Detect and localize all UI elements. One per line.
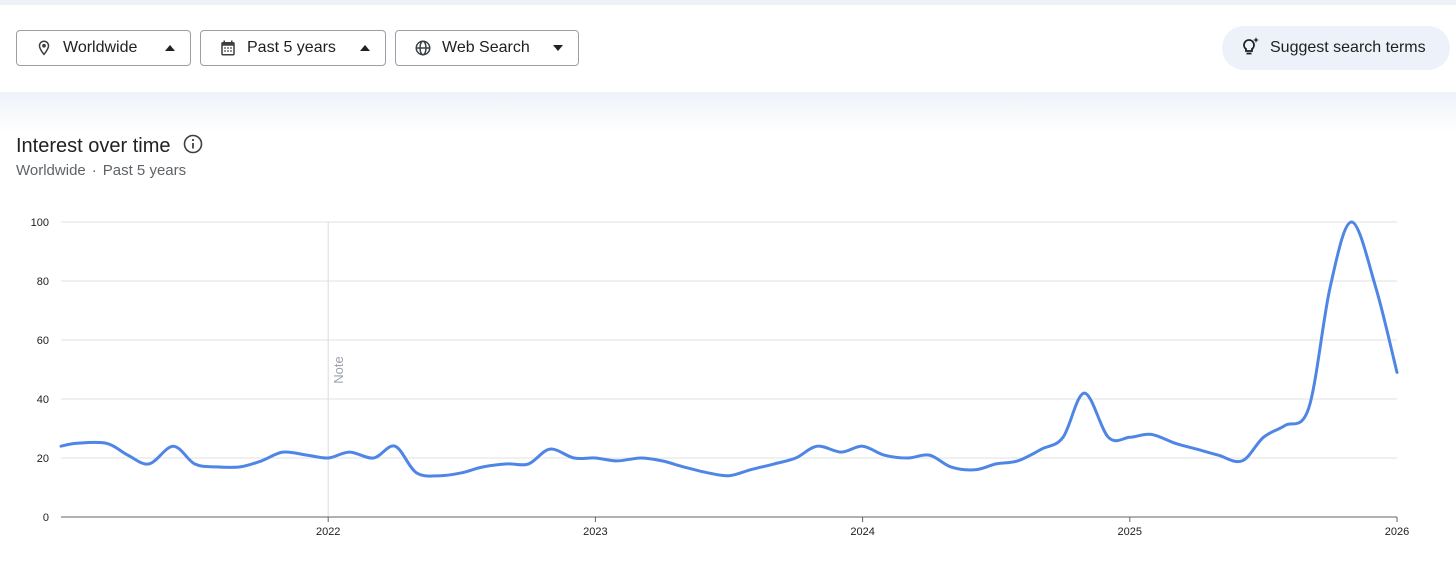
caret-up-icon [164, 44, 176, 52]
x-tick-label: 2024 [850, 526, 874, 538]
time-filter-dropdown[interactable]: Past 5 years [200, 30, 386, 66]
y-tick-label: 20 [37, 453, 49, 465]
y-tick-label: 80 [37, 276, 49, 288]
x-tick-label: 2025 [1118, 526, 1142, 538]
suggest-search-terms-label: Suggest search terms [1270, 39, 1426, 56]
section-subtitle: Worldwide · Past 5 years [16, 162, 186, 179]
chart-series [59, 220, 1399, 478]
calendar-icon [219, 39, 237, 57]
region-filter-label: Worldwide [63, 39, 138, 56]
interest-over-time-chart[interactable]: Note 0 20 40 60 80 100 2022 2023 2024 2025 2026 [0, 200, 1456, 560]
chart-annotations: Note [327, 222, 346, 517]
section-separator-band [0, 92, 1456, 132]
y-tick-label: 100 [31, 217, 49, 229]
section-header: Interest over time [16, 134, 203, 159]
caret-up-icon [359, 44, 371, 52]
globe-icon [414, 39, 432, 57]
subtitle-separator: · [91, 162, 97, 179]
caret-down-icon [552, 44, 564, 52]
subtitle-time: Past 5 years [102, 162, 187, 179]
section-title: Interest over time [16, 135, 171, 157]
y-tick-label: 60 [37, 335, 49, 347]
info-icon[interactable] [183, 134, 203, 159]
y-tick-label: 40 [37, 394, 49, 406]
chart-grid [61, 221, 1397, 459]
top-divider [0, 0, 1456, 5]
region-filter-dropdown[interactable]: Worldwide [16, 30, 191, 66]
subtitle-region: Worldwide [16, 162, 86, 179]
property-filter-label: Web Search [442, 39, 530, 56]
lightbulb-sparkle-icon [1242, 36, 1260, 61]
x-tick-label: 2022 [316, 526, 340, 538]
location-pin-icon [35, 39, 53, 57]
filter-bar: Worldwide Past 5 years Web Search [16, 30, 579, 66]
note-label[interactable]: Note [331, 356, 346, 383]
y-tick-label: 0 [43, 512, 49, 524]
chart-axes: 0 20 40 60 80 100 2022 2023 2024 2025 2026 [31, 217, 1410, 538]
time-filter-label: Past 5 years [247, 39, 336, 56]
property-filter-dropdown[interactable]: Web Search [395, 30, 579, 66]
interest-series-line[interactable] [59, 220, 1399, 478]
x-tick-label: 2023 [583, 526, 607, 538]
x-tick-label: 2026 [1385, 526, 1409, 538]
suggest-search-terms-button[interactable]: Suggest search terms [1222, 26, 1450, 70]
